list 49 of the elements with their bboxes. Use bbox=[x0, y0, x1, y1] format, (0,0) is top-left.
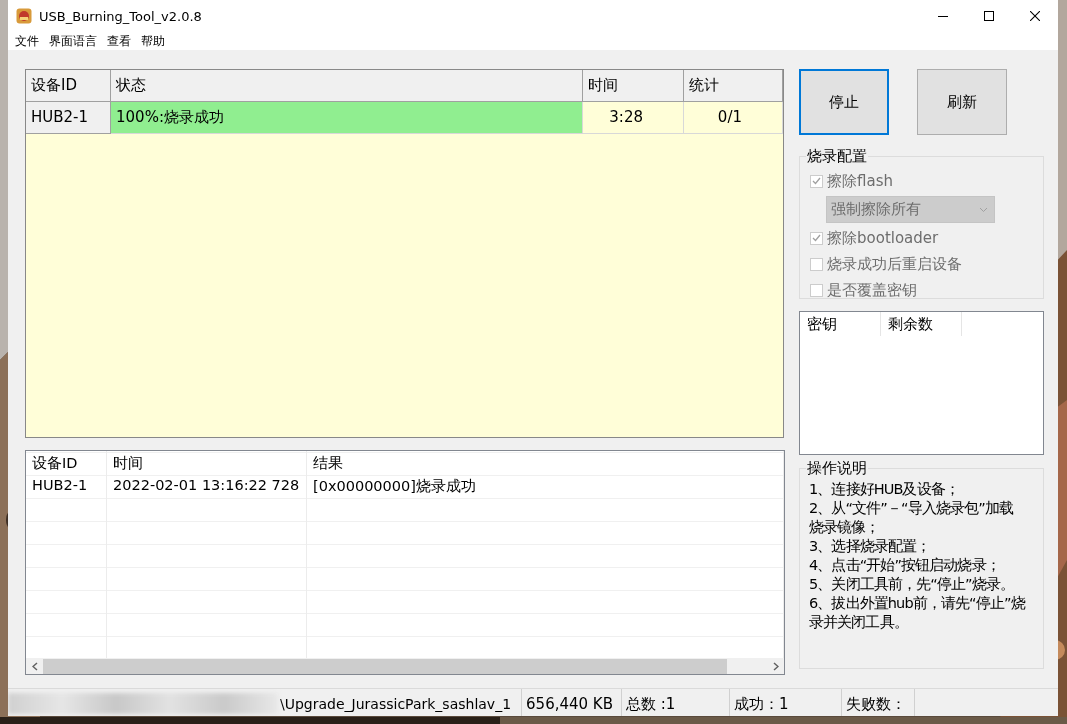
status-text: 成功：1 bbox=[730, 689, 843, 716]
table-cell-text: 100%:烧录成功 bbox=[115, 107, 225, 128]
column-header[interactable]: 剩余数 bbox=[881, 312, 962, 336]
table-cell: 0/1 bbox=[684, 102, 783, 134]
refresh-button[interactable]: 刷新 bbox=[917, 69, 1007, 135]
column-header[interactable]: 密钥 bbox=[800, 312, 881, 336]
instruction-text: 3、选择烧录配置； bbox=[809, 537, 932, 556]
status-text: 失败数： bbox=[842, 689, 916, 716]
app-icon bbox=[16, 8, 32, 24]
instruction-text: 1、连接好HUB及设备； bbox=[809, 480, 960, 499]
scroll-right-icon[interactable] bbox=[772, 661, 779, 671]
column-header[interactable]: 时间 bbox=[583, 70, 684, 102]
maximize-icon[interactable] bbox=[984, 11, 994, 21]
table-cell: 3:28 bbox=[583, 102, 684, 134]
group-title: 烧录配置 bbox=[806, 147, 868, 166]
group-title: 操作说明 bbox=[806, 459, 868, 478]
table-cell: HUB2-1 bbox=[26, 474, 107, 497]
stop-button[interactable]: 停止 bbox=[799, 69, 889, 135]
minimize-icon[interactable] bbox=[938, 15, 948, 17]
column-header[interactable]: 统计 bbox=[684, 70, 783, 102]
checkbox-label: 擦除flash bbox=[827, 171, 893, 191]
key-list[interactable]: 密钥 剩余数 bbox=[799, 311, 1044, 455]
column-header[interactable]: 时间 bbox=[107, 451, 307, 474]
close-icon[interactable] bbox=[1030, 11, 1040, 21]
device-table[interactable]: 设备ID 状态 时间 统计 HUB2-1 100%:烧录成功 3:28 0/1 bbox=[25, 69, 784, 438]
instruction-text: 6、拔出外置hub前，请先“停止”烧录并关闭工具。 bbox=[809, 594, 1026, 632]
window-title: USB_Burning_Tool_v2.0.8 bbox=[39, 8, 203, 24]
checkbox-label: 烧录成功后重启设备 bbox=[827, 254, 962, 274]
menu-item[interactable]: 文件 bbox=[12, 32, 46, 50]
table-cell: [0x00000000]烧录成功 bbox=[307, 474, 784, 497]
instruction-text: 4、点击“开始”按钮启动烧录； bbox=[809, 556, 1001, 575]
status-text: 总数 :1 bbox=[622, 689, 731, 716]
column-header[interactable]: 设备ID bbox=[26, 451, 107, 474]
checkbox-label: 是否覆盖密钥 bbox=[827, 280, 917, 300]
status-text: \Upgrade_JurassicPark_sashlav_1 bbox=[280, 689, 523, 716]
instruction-text: 2、从“文件”－“导入烧录包”加载烧录镜像； bbox=[809, 499, 1015, 537]
table-cell: 2022-02-01 13:16:22 728 bbox=[107, 474, 307, 497]
checkbox-label: 擦除bootloader bbox=[827, 228, 939, 248]
menu-item[interactable]: 查看 bbox=[104, 32, 138, 50]
column-header[interactable]: 结果 bbox=[307, 451, 784, 474]
scroll-left-icon[interactable] bbox=[31, 661, 38, 671]
menu-item[interactable]: 帮助 bbox=[138, 32, 172, 50]
table-cell: HUB2-1 bbox=[26, 102, 111, 134]
instruction-text: 5、关闭工具前，先“停止”烧录。 bbox=[809, 575, 1015, 594]
menu-item[interactable]: 界面语言 bbox=[46, 32, 104, 50]
status-text: 656,440 KB bbox=[522, 689, 623, 716]
log-list[interactable]: 设备ID 时间 结果 HUB2-1 2022-02-01 13:16:22 728 [0x00000000]烧录成功 bbox=[25, 450, 785, 675]
column-header[interactable]: 状态 bbox=[111, 70, 583, 102]
column-header[interactable]: 设备ID bbox=[26, 70, 111, 102]
